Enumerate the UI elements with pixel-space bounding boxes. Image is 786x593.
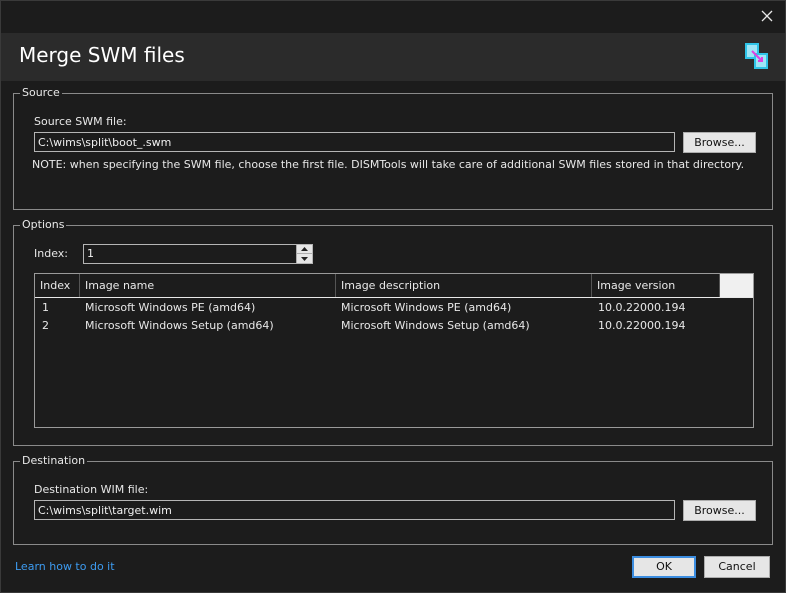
- dismtools-merge-icon: [745, 43, 768, 69]
- column-header-index[interactable]: Index: [35, 274, 80, 297]
- cell-index: 1: [42, 301, 49, 314]
- source-group: Source Source SWM file: Browse... NOTE: …: [13, 86, 773, 210]
- close-icon: [761, 10, 773, 22]
- column-header-image-description[interactable]: Image description: [336, 274, 592, 297]
- destination-group: Destination Destination WIM file: Browse…: [13, 454, 773, 545]
- cell-index: 2: [42, 319, 49, 332]
- chevron-down-icon: [301, 256, 308, 261]
- help-link[interactable]: Learn how to do it: [15, 560, 115, 573]
- source-swm-label: Source SWM file:: [34, 115, 127, 128]
- dialog-header: Merge SWM files: [1, 33, 785, 81]
- cell-image-description: Microsoft Windows PE (amd64): [341, 301, 512, 314]
- index-label: Index:: [34, 247, 68, 260]
- destination-wim-label: Destination WIM file:: [34, 483, 149, 496]
- spinner-arrows: [296, 245, 312, 263]
- ok-button[interactable]: OK: [632, 556, 696, 578]
- source-swm-input[interactable]: [34, 132, 675, 152]
- index-spinner[interactable]: 1: [83, 244, 313, 264]
- column-header-filler: [720, 274, 753, 297]
- options-group: Options Index: 1 Index Image name Image …: [13, 218, 773, 446]
- cell-image-version: 10.0.22000.194: [598, 319, 686, 332]
- close-button[interactable]: [755, 5, 779, 27]
- destination-wim-input[interactable]: [34, 500, 675, 520]
- destination-browse-button[interactable]: Browse...: [683, 500, 756, 521]
- source-group-label: Source: [20, 86, 62, 100]
- source-browse-button[interactable]: Browse...: [683, 132, 756, 153]
- cell-image-name: Microsoft Windows PE (amd64): [85, 301, 256, 314]
- index-value: 1: [87, 247, 94, 260]
- table-row[interactable]: 1 Microsoft Windows PE (amd64) Microsoft…: [35, 299, 753, 317]
- spinner-up-button[interactable]: [297, 245, 312, 254]
- source-note: NOTE: when specifying the SWM file, choo…: [32, 158, 745, 171]
- dialog-title: Merge SWM files: [19, 43, 185, 67]
- options-group-label: Options: [20, 218, 67, 232]
- image-list[interactable]: Index Image name Image description Image…: [34, 273, 754, 428]
- column-header-image-version[interactable]: Image version: [592, 274, 720, 297]
- destination-group-label: Destination: [20, 454, 88, 468]
- spinner-down-button[interactable]: [297, 254, 312, 263]
- cancel-button[interactable]: Cancel: [704, 556, 770, 578]
- cell-image-description: Microsoft Windows Setup (amd64): [341, 319, 530, 332]
- chevron-up-icon: [301, 247, 308, 251]
- table-row[interactable]: 2 Microsoft Windows Setup (amd64) Micros…: [35, 317, 753, 335]
- cell-image-name: Microsoft Windows Setup (amd64): [85, 319, 274, 332]
- image-list-header: Index Image name Image description Image…: [35, 274, 753, 298]
- cell-image-version: 10.0.22000.194: [598, 301, 686, 314]
- column-header-image-name[interactable]: Image name: [80, 274, 336, 297]
- title-bar: [1, 1, 785, 33]
- merge-swm-dialog: Merge SWM files Source Source SWM file: …: [0, 0, 786, 593]
